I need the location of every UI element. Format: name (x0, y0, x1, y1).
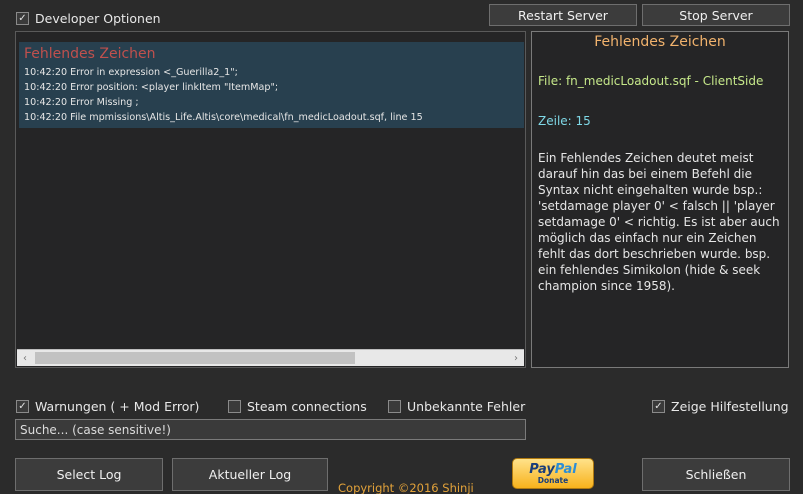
show-help-checkbox[interactable]: ✓ Zeige Hilfestellung (652, 399, 789, 414)
scroll-right-icon[interactable]: › (508, 350, 524, 366)
log-entry-selected[interactable]: Fehlendes Zeichen 10:42:20 Error in expr… (19, 42, 524, 128)
restart-server-button[interactable]: Restart Server (489, 4, 637, 26)
copyright-text: Copyright ©2016 Shinji (338, 481, 474, 494)
search-input[interactable] (15, 419, 526, 440)
log-line: 10:42:20 Error Missing ; (24, 97, 139, 108)
help-title: Fehlendes Zeichen (594, 34, 726, 50)
help-panel: Fehlendes Zeichen File: fn_medicLoadout.… (531, 31, 789, 368)
warnings-check-icon[interactable]: ✓ (16, 400, 29, 413)
scrollbar-thumb[interactable] (35, 352, 355, 364)
show-help-check-icon[interactable]: ✓ (652, 400, 665, 413)
help-file: File: fn_medicLoadout.sqf - ClientSide (538, 74, 764, 88)
log-line: 10:42:20 Error in expression <_Guerilla2… (24, 67, 238, 78)
stop-server-button[interactable]: Stop Server (642, 4, 790, 26)
paypal-donate-button[interactable]: PayPal Donate (512, 458, 594, 489)
scroll-left-icon[interactable]: ‹ (17, 350, 33, 366)
developer-options-check-icon[interactable]: ✓ (16, 12, 29, 25)
help-line-number: Zeile: 15 (538, 114, 591, 128)
warnings-label: Warnungen ( + Mod Error) (35, 399, 200, 414)
unknown-errors-label: Unbekannte Fehler (407, 399, 526, 414)
developer-options-label: Developer Optionen (35, 11, 161, 26)
log-panel[interactable]: Fehlendes Zeichen 10:42:20 Error in expr… (15, 31, 526, 368)
steam-connections-label: Steam connections (247, 399, 367, 414)
unknown-errors-checkbox[interactable]: Unbekannte Fehler (388, 399, 525, 414)
log-horizontal-scrollbar[interactable]: ‹ › (17, 349, 524, 366)
paypal-logo: PayPal (529, 463, 576, 476)
log-entry-title: Fehlendes Zeichen (24, 46, 156, 62)
current-log-button[interactable]: Aktueller Log (172, 458, 328, 491)
developer-options-checkbox[interactable]: ✓ Developer Optionen (16, 11, 161, 26)
warnings-checkbox[interactable]: ✓ Warnungen ( + Mod Error) (16, 399, 199, 414)
paypal-logo-pay: Pay (529, 461, 555, 477)
unknown-errors-box[interactable] (388, 400, 401, 413)
close-button[interactable]: Schließen (642, 458, 790, 491)
steam-connections-checkbox[interactable]: Steam connections (228, 399, 367, 414)
select-log-button[interactable]: Select Log (15, 458, 163, 491)
log-line: 10:42:20 File mpmissions\Altis_Life.Alti… (24, 112, 423, 123)
paypal-logo-pal: Pal (554, 461, 577, 477)
log-line: 10:42:20 Error position: <player linkIte… (24, 82, 279, 93)
steam-connections-box[interactable] (228, 400, 241, 413)
show-help-label: Zeige Hilfestellung (671, 399, 789, 414)
help-description: Ein Fehlendes Zeichen deutet meist darau… (538, 151, 780, 293)
donate-label: Donate (537, 475, 569, 485)
